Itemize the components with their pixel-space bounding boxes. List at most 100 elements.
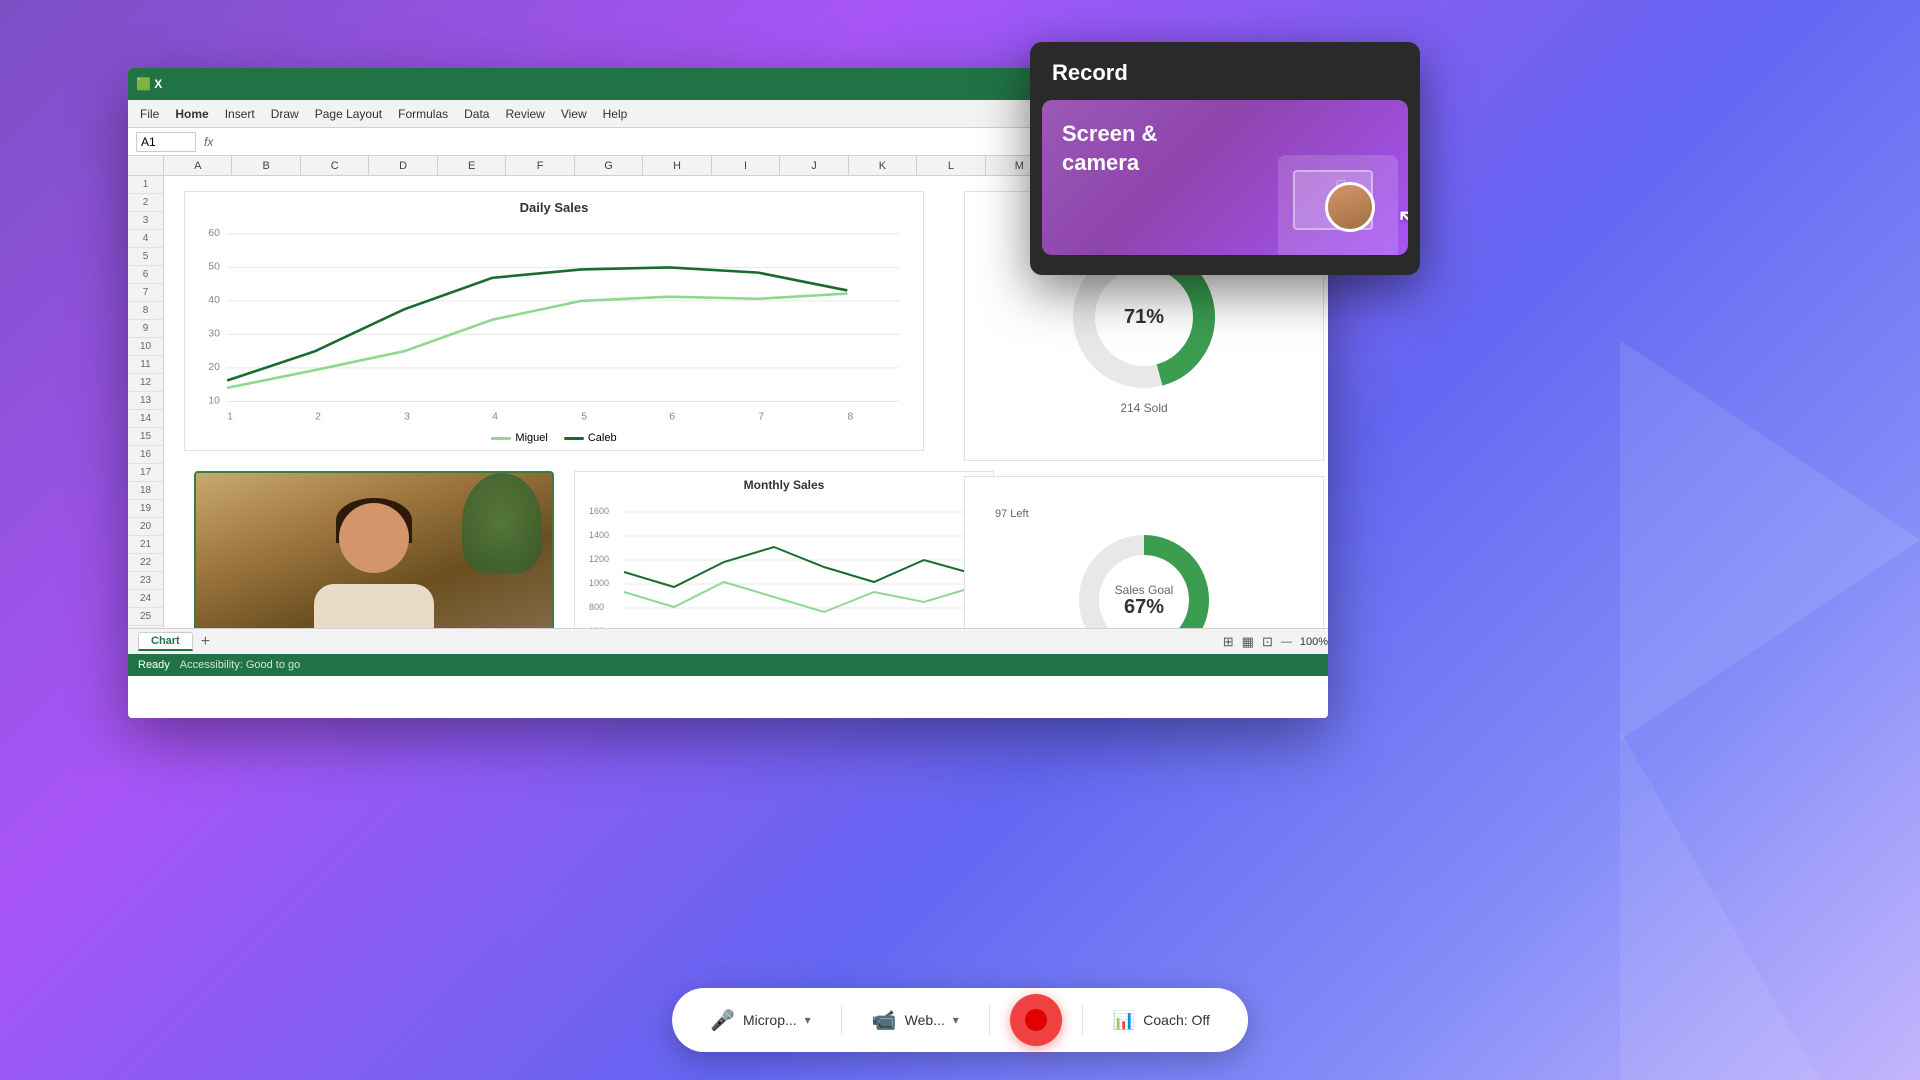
coach-icon: 📊 [1113, 1010, 1135, 1031]
ribbon-review[interactable]: Review [505, 107, 544, 121]
legend-miguel: Miguel [491, 432, 547, 444]
screen-camera-option[interactable]: Screen & camera — □ ↖ [1042, 100, 1408, 255]
svg-text:50: 50 [208, 261, 220, 272]
option-preview: — □ [1278, 155, 1398, 255]
view-page-break-icon[interactable]: ▦ [1242, 634, 1254, 650]
row-4[interactable]: 4 [128, 230, 163, 248]
preview-screen-container: — □ [1293, 170, 1383, 240]
col-D[interactable]: D [369, 156, 437, 175]
accessibility-status[interactable]: Accessibility: Good to go [180, 659, 300, 671]
webcam-chevron-icon[interactable]: ▾ [953, 1013, 959, 1027]
ribbon-home[interactable]: Home [175, 107, 208, 121]
col-J[interactable]: J [780, 156, 848, 175]
svg-text:71%: 71% [1124, 306, 1164, 328]
sheet-tabs-bar[interactable]: Chart + ⊞ ▦ ⊡ — 100% [128, 628, 1328, 654]
plant-background [462, 473, 542, 573]
row-6[interactable]: 6 [128, 266, 163, 284]
sheet-tab-chart[interactable]: Chart [138, 632, 193, 651]
ribbon-formulas[interactable]: Formulas [398, 107, 448, 121]
col-L[interactable]: L [917, 156, 985, 175]
record-button[interactable] [1010, 994, 1062, 1046]
svg-text:1: 1 [227, 411, 233, 422]
webcam-icon: 📹 [872, 1008, 897, 1033]
microphone-chevron-icon[interactable]: ▾ [805, 1013, 811, 1027]
row-9[interactable]: 9 [128, 320, 163, 338]
row-23[interactable]: 23 [128, 572, 163, 590]
row-14[interactable]: 14 [128, 410, 163, 428]
donut-bottom-left-label: 97 Left [995, 508, 1029, 520]
screen-camera-label: Screen & camera [1062, 120, 1157, 177]
row-15[interactable]: 15 [128, 428, 163, 446]
col-F[interactable]: F [506, 156, 574, 175]
cell-reference[interactable] [136, 132, 196, 152]
ribbon-page-layout[interactable]: Page Layout [315, 107, 382, 121]
row-24[interactable]: 24 [128, 590, 163, 608]
col-G[interactable]: G [575, 156, 643, 175]
row-numbers: 1 2 3 4 5 6 7 8 9 10 11 12 13 14 15 16 1… [128, 176, 164, 676]
col-B[interactable]: B [232, 156, 300, 175]
row-1[interactable]: 1 [128, 176, 163, 194]
microphone-control[interactable]: 🎤 Microp... ▾ [700, 1002, 821, 1039]
svg-text:8: 8 [847, 411, 853, 422]
ribbon-draw[interactable]: Draw [271, 107, 299, 121]
svg-text:Sales Goal: Sales Goal [1115, 583, 1174, 597]
row-11[interactable]: 11 [128, 356, 163, 374]
record-panel-header: Record [1030, 42, 1420, 100]
row-19[interactable]: 19 [128, 500, 163, 518]
ribbon-view[interactable]: View [561, 107, 587, 121]
row-17[interactable]: 17 [128, 464, 163, 482]
row-10[interactable]: 10 [128, 338, 163, 356]
col-E[interactable]: E [438, 156, 506, 175]
row-5[interactable]: 5 [128, 248, 163, 266]
svg-text:4: 4 [492, 411, 498, 422]
ribbon-data[interactable]: Data [464, 107, 489, 121]
toolbar-divider-2 [989, 1005, 990, 1035]
row-12[interactable]: 12 [128, 374, 163, 392]
view-normal-icon[interactable]: ⊞ [1223, 634, 1234, 650]
row-2[interactable]: 2 [128, 194, 163, 212]
svg-text:1600: 1600 [589, 506, 609, 516]
record-panel[interactable]: Record Screen & camera — □ ↖ [1030, 42, 1420, 275]
svg-text:1400: 1400 [589, 530, 609, 540]
svg-text:2: 2 [315, 411, 321, 422]
daily-sales-svg: 60 50 40 30 20 10 [185, 215, 923, 435]
microphone-icon: 🎤 [710, 1008, 735, 1033]
add-sheet-button[interactable]: + [197, 634, 214, 650]
col-A[interactable]: A [164, 156, 232, 175]
daily-sales-title: Daily Sales [185, 200, 923, 215]
row-20[interactable]: 20 [128, 518, 163, 536]
row-3[interactable]: 3 [128, 212, 163, 230]
col-K[interactable]: K [849, 156, 917, 175]
col-corner [128, 156, 164, 175]
row-25[interactable]: 25 [128, 608, 163, 626]
view-layout-icon[interactable]: ⊡ [1262, 634, 1273, 650]
record-button-inner [1025, 1009, 1047, 1031]
legend-miguel-label: Miguel [515, 432, 547, 444]
row-7[interactable]: 7 [128, 284, 163, 302]
svg-text:40: 40 [208, 295, 220, 306]
person-head [339, 503, 409, 573]
ribbon-file[interactable]: File [140, 107, 159, 121]
row-21[interactable]: 21 [128, 536, 163, 554]
svg-text:1200: 1200 [589, 554, 609, 564]
zoom-level: 100% [1300, 636, 1328, 648]
row-8[interactable]: 8 [128, 302, 163, 320]
row-18[interactable]: 18 [128, 482, 163, 500]
coach-control[interactable]: 📊 Coach: Off [1103, 1004, 1220, 1037]
row-13[interactable]: 13 [128, 392, 163, 410]
webcam-control[interactable]: 📹 Web... ▾ [862, 1002, 969, 1039]
ribbon-insert[interactable]: Insert [225, 107, 255, 121]
svg-text:20: 20 [208, 362, 220, 373]
row-22[interactable]: 22 [128, 554, 163, 572]
svg-text:67%: 67% [1124, 596, 1164, 618]
record-panel-title: Record [1052, 60, 1398, 86]
monthly-sales-title: Monthly Sales [575, 478, 993, 492]
col-C[interactable]: C [301, 156, 369, 175]
col-H[interactable]: H [643, 156, 711, 175]
col-I[interactable]: I [712, 156, 780, 175]
coach-label: Coach: Off [1143, 1012, 1210, 1028]
ribbon-help[interactable]: Help [603, 107, 628, 121]
fx-symbol: fx [204, 135, 213, 149]
row-16[interactable]: 16 [128, 446, 163, 464]
toolbar-divider-1 [841, 1005, 842, 1035]
